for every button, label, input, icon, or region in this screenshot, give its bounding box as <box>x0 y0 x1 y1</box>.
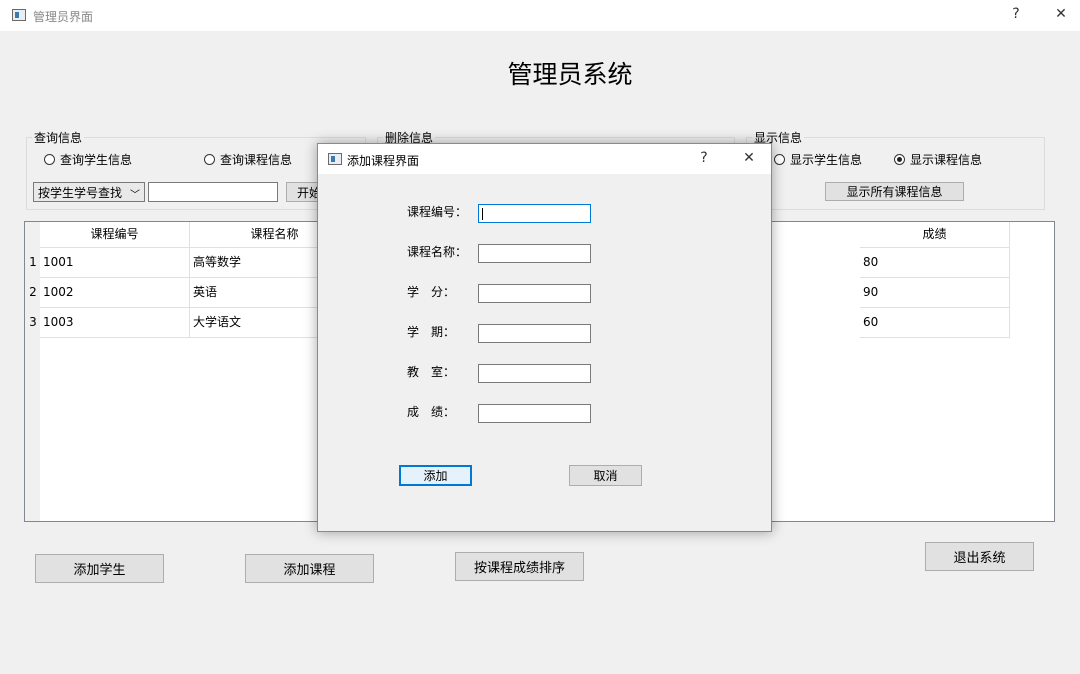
semester-input[interactable] <box>478 324 591 343</box>
table-cell[interactable]: 60 <box>860 308 1010 338</box>
table-cell[interactable]: 1001 <box>40 248 190 278</box>
classroom-input[interactable] <box>478 364 591 383</box>
dialog-help-icon[interactable]: ? <box>696 150 712 166</box>
add-student-button[interactable]: 添加学生 <box>35 554 164 583</box>
radio-query-course[interactable]: 查询课程信息 <box>204 151 292 168</box>
add-course-dialog: 添加课程界面 ? ✕ 课程编号： 课程名称： 学 分： 学 期： 教 室： 成 … <box>317 143 772 532</box>
radio-circle <box>774 154 785 165</box>
query-mode-combo[interactable]: 按学生学号查找 ﹀ <box>33 182 145 202</box>
query-input[interactable] <box>148 182 278 202</box>
column-header-course-id[interactable]: 课程编号 <box>40 222 190 248</box>
app-window-icon <box>12 9 26 21</box>
score-label: 成 绩： <box>407 405 456 419</box>
dialog-close-icon[interactable]: ✕ <box>740 150 758 166</box>
credit-label: 学 分： <box>407 285 456 299</box>
row-number: 2 <box>29 285 37 299</box>
radio-label: 显示学生信息 <box>790 153 863 167</box>
course-name-input[interactable] <box>478 244 591 263</box>
text-caret <box>482 208 483 220</box>
score-input[interactable] <box>478 404 591 423</box>
close-icon[interactable]: ✕ <box>1052 6 1070 22</box>
query-group-legend: 查询信息 <box>32 129 85 146</box>
dialog-cancel-button[interactable]: 取消 <box>569 465 642 486</box>
chevron-down-icon: ﹀ <box>130 190 140 201</box>
radio-label: 查询学生信息 <box>60 153 133 167</box>
radio-label: 显示课程信息 <box>910 153 983 167</box>
semester-label: 学 期： <box>407 325 456 339</box>
page-title: 管理员系统 <box>507 60 633 89</box>
radio-circle-selected <box>894 154 905 165</box>
table-cell[interactable]: 1003 <box>40 308 190 338</box>
radio-circle <box>204 154 215 165</box>
radio-circle <box>44 154 55 165</box>
course-id-label: 课程编号： <box>407 205 468 219</box>
exit-system-button[interactable]: 退出系统 <box>925 542 1034 571</box>
radio-label: 查询课程信息 <box>220 153 293 167</box>
classroom-label: 教 室： <box>407 365 456 379</box>
add-course-button[interactable]: 添加课程 <box>245 554 374 583</box>
sort-by-score-button[interactable]: 按课程成绩排序 <box>455 552 584 581</box>
radio-display-course[interactable]: 显示课程信息 <box>894 151 982 168</box>
table-cell[interactable]: 80 <box>860 248 1010 278</box>
course-id-input[interactable] <box>478 204 591 223</box>
window-titlebar[interactable]: 管理员界面 ? ✕ <box>0 0 1080 31</box>
dialog-title: 添加课程界面 <box>347 154 420 168</box>
radio-query-student[interactable]: 查询学生信息 <box>44 151 132 168</box>
help-icon[interactable]: ? <box>1008 6 1024 22</box>
window-title: 管理员界面 <box>33 10 94 24</box>
combo-value: 按学生学号查找 <box>38 185 123 200</box>
table-cell[interactable]: 90 <box>860 278 1010 308</box>
row-number: 1 <box>29 255 37 269</box>
show-all-courses-button[interactable]: 显示所有课程信息 <box>825 182 964 201</box>
radio-display-student[interactable]: 显示学生信息 <box>774 151 862 168</box>
row-number: 3 <box>29 315 37 329</box>
table-cell[interactable]: 1002 <box>40 278 190 308</box>
dialog-window-icon <box>328 153 342 165</box>
course-name-label: 课程名称： <box>407 245 468 259</box>
credit-input[interactable] <box>478 284 591 303</box>
column-header-score[interactable]: 成绩 <box>860 222 1010 248</box>
dialog-titlebar[interactable]: 添加课程界面 ? ✕ <box>318 144 771 174</box>
dialog-add-button[interactable]: 添加 <box>399 465 472 486</box>
